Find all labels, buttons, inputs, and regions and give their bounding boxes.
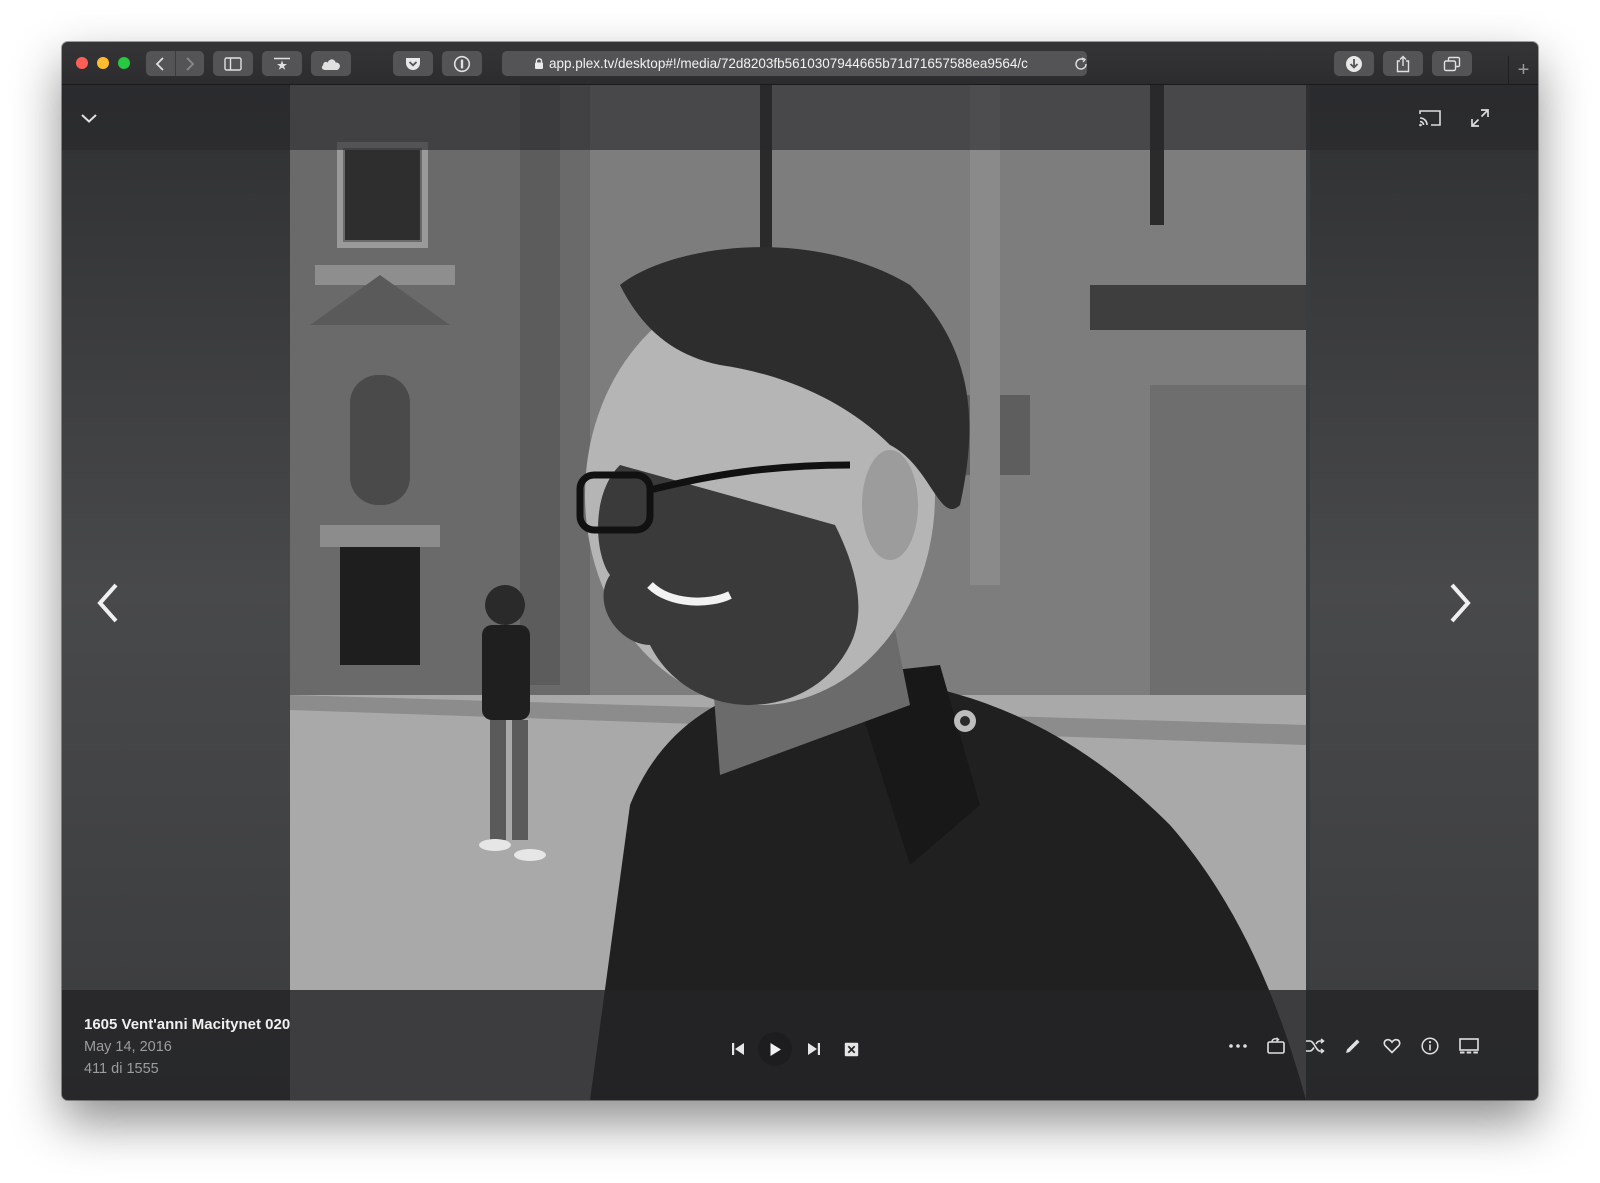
heart-icon <box>1383 1038 1401 1054</box>
1password-extension-button[interactable] <box>442 51 482 76</box>
bottom-bar: 1605 Vent'anni Macitynet 020 May 14, 201… <box>62 990 1538 1100</box>
bookmark-star-icon <box>274 57 290 70</box>
info-icon <box>1421 1037 1439 1055</box>
browser-toolbar: app.plex.tv/desktop#!/media/72d8203fb561… <box>62 42 1538 85</box>
cast-icon <box>1419 110 1441 127</box>
back-icon[interactable] <box>146 56 175 71</box>
minimize-window-button[interactable] <box>97 57 109 69</box>
sidebar-icon <box>224 56 242 71</box>
top-bar <box>62 85 1538 150</box>
reload-icon[interactable] <box>1068 51 1087 76</box>
play-button[interactable] <box>758 1032 792 1066</box>
photo-viewer: 1605 Vent'anni Macitynet 020 May 14, 201… <box>62 85 1538 1100</box>
info-button[interactable] <box>1417 1034 1443 1058</box>
lock-icon <box>535 58 543 69</box>
chevron-left-icon <box>97 583 118 623</box>
chevron-right-icon <box>1450 583 1471 623</box>
browser-window: app.plex.tv/desktop#!/media/72d8203fb561… <box>62 42 1538 1100</box>
new-tab-button[interactable]: + <box>1508 56 1538 85</box>
next-photo-button[interactable] <box>1440 575 1480 631</box>
sidebar-button[interactable] <box>213 51 253 76</box>
cast-button[interactable] <box>1416 105 1444 131</box>
back-forward-group <box>146 51 204 76</box>
zoom-window-button[interactable] <box>118 57 130 69</box>
photo-image <box>290 85 1306 1100</box>
fullscreen-button[interactable] <box>1467 105 1493 131</box>
chevron-down-icon <box>81 114 97 123</box>
right-backdrop <box>1310 85 1538 1100</box>
skip-next-button[interactable] <box>802 1037 826 1061</box>
collapse-button[interactable] <box>76 105 102 131</box>
url-text: app.plex.tv/desktop#!/media/72d8203fb561… <box>549 56 1028 71</box>
pocket-icon <box>406 57 420 70</box>
slideshow-controls <box>726 1032 866 1066</box>
shuffle-button[interactable] <box>1302 1034 1328 1058</box>
expand-icon <box>1471 109 1489 127</box>
play-icon <box>770 1042 781 1056</box>
close-box-icon <box>844 1042 858 1056</box>
address-bar[interactable]: app.plex.tv/desktop#!/media/72d8203fb561… <box>502 51 1087 76</box>
close-window-button[interactable] <box>76 57 88 69</box>
share-icon <box>1396 55 1410 72</box>
tab-overview-button[interactable] <box>1432 51 1472 76</box>
skip-previous-icon <box>732 1043 744 1055</box>
download-icon <box>1346 55 1362 72</box>
slideshow-button[interactable] <box>1455 1034 1483 1058</box>
forward-icon[interactable] <box>176 56 205 71</box>
share-button[interactable] <box>1383 51 1423 76</box>
slideshow-icon <box>1459 1038 1479 1054</box>
bookmarks-button[interactable] <box>262 51 302 76</box>
more-icon <box>1229 1044 1247 1048</box>
skip-next-icon <box>808 1043 820 1055</box>
rotate-icon <box>1267 1037 1285 1054</box>
rotate-button[interactable] <box>1263 1034 1289 1058</box>
more-button[interactable] <box>1225 1034 1251 1058</box>
tab-overview-icon <box>1443 56 1461 71</box>
photo-metadata: 1605 Vent'anni Macitynet 020 May 14, 201… <box>84 1014 290 1080</box>
skip-previous-button[interactable] <box>726 1037 750 1061</box>
photo-position: 411 di 1555 <box>84 1061 159 1077</box>
icloud-tabs-button[interactable] <box>311 51 351 76</box>
close-slideshow-button[interactable] <box>839 1037 863 1061</box>
photo-date: May 14, 2016 <box>84 1039 172 1055</box>
favorite-button[interactable] <box>1379 1034 1405 1058</box>
previous-photo-button[interactable] <box>88 575 128 631</box>
shuffle-icon <box>1306 1038 1325 1054</box>
edit-button[interactable] <box>1340 1034 1366 1058</box>
downloads-button[interactable] <box>1334 51 1374 76</box>
cloud-icon <box>321 58 340 70</box>
photo-title: 1605 Vent'anni Macitynet 020 <box>84 1016 291 1033</box>
edit-icon <box>1346 1039 1360 1053</box>
1password-icon <box>453 55 471 72</box>
pocket-extension-button[interactable] <box>393 51 433 76</box>
